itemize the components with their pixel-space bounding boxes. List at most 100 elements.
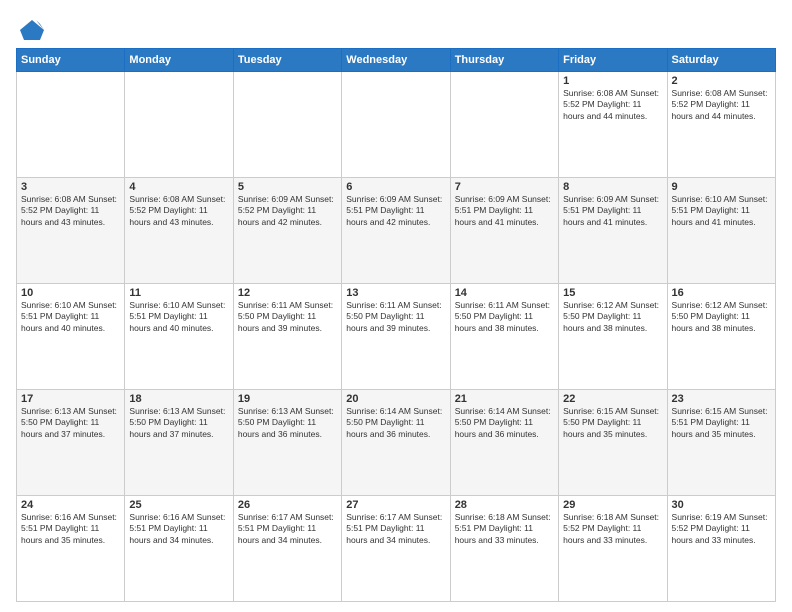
day-info: Sunrise: 6:11 AM Sunset: 5:50 PM Dayligh… [346, 300, 445, 334]
day-number: 8 [563, 181, 662, 193]
day-info: Sunrise: 6:08 AM Sunset: 5:52 PM Dayligh… [129, 194, 228, 228]
week-row-3: 10Sunrise: 6:10 AM Sunset: 5:51 PM Dayli… [17, 284, 776, 390]
day-cell: 11Sunrise: 6:10 AM Sunset: 5:51 PM Dayli… [125, 284, 233, 390]
day-cell: 2Sunrise: 6:08 AM Sunset: 5:52 PM Daylig… [667, 72, 775, 178]
day-info: Sunrise: 6:09 AM Sunset: 5:51 PM Dayligh… [455, 194, 554, 228]
day-number: 25 [129, 499, 228, 511]
day-info: Sunrise: 6:19 AM Sunset: 5:52 PM Dayligh… [672, 512, 771, 546]
day-info: Sunrise: 6:08 AM Sunset: 5:52 PM Dayligh… [672, 88, 771, 122]
day-cell: 26Sunrise: 6:17 AM Sunset: 5:51 PM Dayli… [233, 496, 341, 602]
day-cell: 10Sunrise: 6:10 AM Sunset: 5:51 PM Dayli… [17, 284, 125, 390]
day-number: 28 [455, 499, 554, 511]
weekday-header-monday: Monday [125, 49, 233, 72]
day-info: Sunrise: 6:18 AM Sunset: 5:51 PM Dayligh… [455, 512, 554, 546]
day-cell: 6Sunrise: 6:09 AM Sunset: 5:51 PM Daylig… [342, 178, 450, 284]
day-number: 23 [672, 393, 771, 405]
day-cell: 27Sunrise: 6:17 AM Sunset: 5:51 PM Dayli… [342, 496, 450, 602]
day-cell: 18Sunrise: 6:13 AM Sunset: 5:50 PM Dayli… [125, 390, 233, 496]
day-number: 5 [238, 181, 337, 193]
day-number: 30 [672, 499, 771, 511]
day-cell: 7Sunrise: 6:09 AM Sunset: 5:51 PM Daylig… [450, 178, 558, 284]
day-number: 9 [672, 181, 771, 193]
day-info: Sunrise: 6:15 AM Sunset: 5:51 PM Dayligh… [672, 406, 771, 440]
day-number: 7 [455, 181, 554, 193]
day-info: Sunrise: 6:13 AM Sunset: 5:50 PM Dayligh… [238, 406, 337, 440]
calendar-table: SundayMondayTuesdayWednesdayThursdayFrid… [16, 48, 776, 602]
day-number: 3 [21, 181, 120, 193]
day-number: 13 [346, 287, 445, 299]
day-cell: 4Sunrise: 6:08 AM Sunset: 5:52 PM Daylig… [125, 178, 233, 284]
day-cell: 21Sunrise: 6:14 AM Sunset: 5:50 PM Dayli… [450, 390, 558, 496]
day-cell [125, 72, 233, 178]
day-cell: 22Sunrise: 6:15 AM Sunset: 5:50 PM Dayli… [559, 390, 667, 496]
week-row-4: 17Sunrise: 6:13 AM Sunset: 5:50 PM Dayli… [17, 390, 776, 496]
day-number: 6 [346, 181, 445, 193]
weekday-header-friday: Friday [559, 49, 667, 72]
day-cell: 28Sunrise: 6:18 AM Sunset: 5:51 PM Dayli… [450, 496, 558, 602]
day-number: 11 [129, 287, 228, 299]
day-info: Sunrise: 6:17 AM Sunset: 5:51 PM Dayligh… [346, 512, 445, 546]
day-number: 12 [238, 287, 337, 299]
day-cell: 29Sunrise: 6:18 AM Sunset: 5:52 PM Dayli… [559, 496, 667, 602]
weekday-header-thursday: Thursday [450, 49, 558, 72]
day-cell [233, 72, 341, 178]
day-info: Sunrise: 6:11 AM Sunset: 5:50 PM Dayligh… [238, 300, 337, 334]
day-info: Sunrise: 6:10 AM Sunset: 5:51 PM Dayligh… [672, 194, 771, 228]
day-cell: 5Sunrise: 6:09 AM Sunset: 5:52 PM Daylig… [233, 178, 341, 284]
day-cell: 30Sunrise: 6:19 AM Sunset: 5:52 PM Dayli… [667, 496, 775, 602]
day-cell: 14Sunrise: 6:11 AM Sunset: 5:50 PM Dayli… [450, 284, 558, 390]
day-info: Sunrise: 6:16 AM Sunset: 5:51 PM Dayligh… [21, 512, 120, 546]
day-cell: 3Sunrise: 6:08 AM Sunset: 5:52 PM Daylig… [17, 178, 125, 284]
day-cell: 16Sunrise: 6:12 AM Sunset: 5:50 PM Dayli… [667, 284, 775, 390]
day-number: 17 [21, 393, 120, 405]
day-cell: 15Sunrise: 6:12 AM Sunset: 5:50 PM Dayli… [559, 284, 667, 390]
day-info: Sunrise: 6:14 AM Sunset: 5:50 PM Dayligh… [346, 406, 445, 440]
day-number: 10 [21, 287, 120, 299]
day-number: 16 [672, 287, 771, 299]
day-info: Sunrise: 6:09 AM Sunset: 5:51 PM Dayligh… [346, 194, 445, 228]
day-cell: 13Sunrise: 6:11 AM Sunset: 5:50 PM Dayli… [342, 284, 450, 390]
day-number: 21 [455, 393, 554, 405]
logo [16, 16, 46, 44]
week-row-1: 1 Sunrise: 6:08 AM Sunset: 5:52 PM Daylig… [17, 72, 776, 178]
day-info: Sunrise: 6:12 AM Sunset: 5:50 PM Dayligh… [672, 300, 771, 334]
day-info: Sunrise: 6:18 AM Sunset: 5:52 PM Dayligh… [563, 512, 662, 546]
day-cell: 8Sunrise: 6:09 AM Sunset: 5:51 PM Daylig… [559, 178, 667, 284]
day-number: 18 [129, 393, 228, 405]
day-cell: 9Sunrise: 6:10 AM Sunset: 5:51 PM Daylig… [667, 178, 775, 284]
day-cell: 25Sunrise: 6:16 AM Sunset: 5:51 PM Dayli… [125, 496, 233, 602]
day-number: 20 [346, 393, 445, 405]
day-cell [342, 72, 450, 178]
day-info: Sunrise: 6:13 AM Sunset: 5:50 PM Dayligh… [21, 406, 120, 440]
logo-area [16, 16, 46, 38]
day-info: Sunrise: 6:08 AM Sunset: 5:52 PM Dayligh… [21, 194, 120, 228]
day-number: 2 [672, 75, 771, 87]
day-number: 26 [238, 499, 337, 511]
weekday-header-wednesday: Wednesday [342, 49, 450, 72]
day-cell: 24Sunrise: 6:16 AM Sunset: 5:51 PM Dayli… [17, 496, 125, 602]
day-info: Sunrise: 6:09 AM Sunset: 5:52 PM Dayligh… [238, 194, 337, 228]
day-cell: 23Sunrise: 6:15 AM Sunset: 5:51 PM Dayli… [667, 390, 775, 496]
day-number: 14 [455, 287, 554, 299]
day-number: 4 [129, 181, 228, 193]
week-row-5: 24Sunrise: 6:16 AM Sunset: 5:51 PM Dayli… [17, 496, 776, 602]
day-cell: 19Sunrise: 6:13 AM Sunset: 5:50 PM Dayli… [233, 390, 341, 496]
day-cell: 12Sunrise: 6:11 AM Sunset: 5:50 PM Dayli… [233, 284, 341, 390]
day-info: Sunrise: 6:15 AM Sunset: 5:50 PM Dayligh… [563, 406, 662, 440]
day-info: Sunrise: 6:13 AM Sunset: 5:50 PM Dayligh… [129, 406, 228, 440]
day-number: 22 [563, 393, 662, 405]
header [16, 16, 776, 38]
day-cell [450, 72, 558, 178]
day-cell [17, 72, 125, 178]
weekday-header-saturday: Saturday [667, 49, 775, 72]
day-number: 29 [563, 499, 662, 511]
day-cell: 1Sunrise: 6:08 AM Sunset: 5:52 PM Daylig… [559, 72, 667, 178]
day-info: Sunrise: 6:12 AM Sunset: 5:50 PM Dayligh… [563, 300, 662, 334]
day-info: Sunrise: 6:11 AM Sunset: 5:50 PM Dayligh… [455, 300, 554, 334]
day-info: Sunrise: 6:16 AM Sunset: 5:51 PM Dayligh… [129, 512, 228, 546]
day-number: 1 [563, 75, 662, 87]
day-number: 24 [21, 499, 120, 511]
day-number: 27 [346, 499, 445, 511]
day-info: Sunrise: 6:17 AM Sunset: 5:51 PM Dayligh… [238, 512, 337, 546]
weekday-header-sunday: Sunday [17, 49, 125, 72]
